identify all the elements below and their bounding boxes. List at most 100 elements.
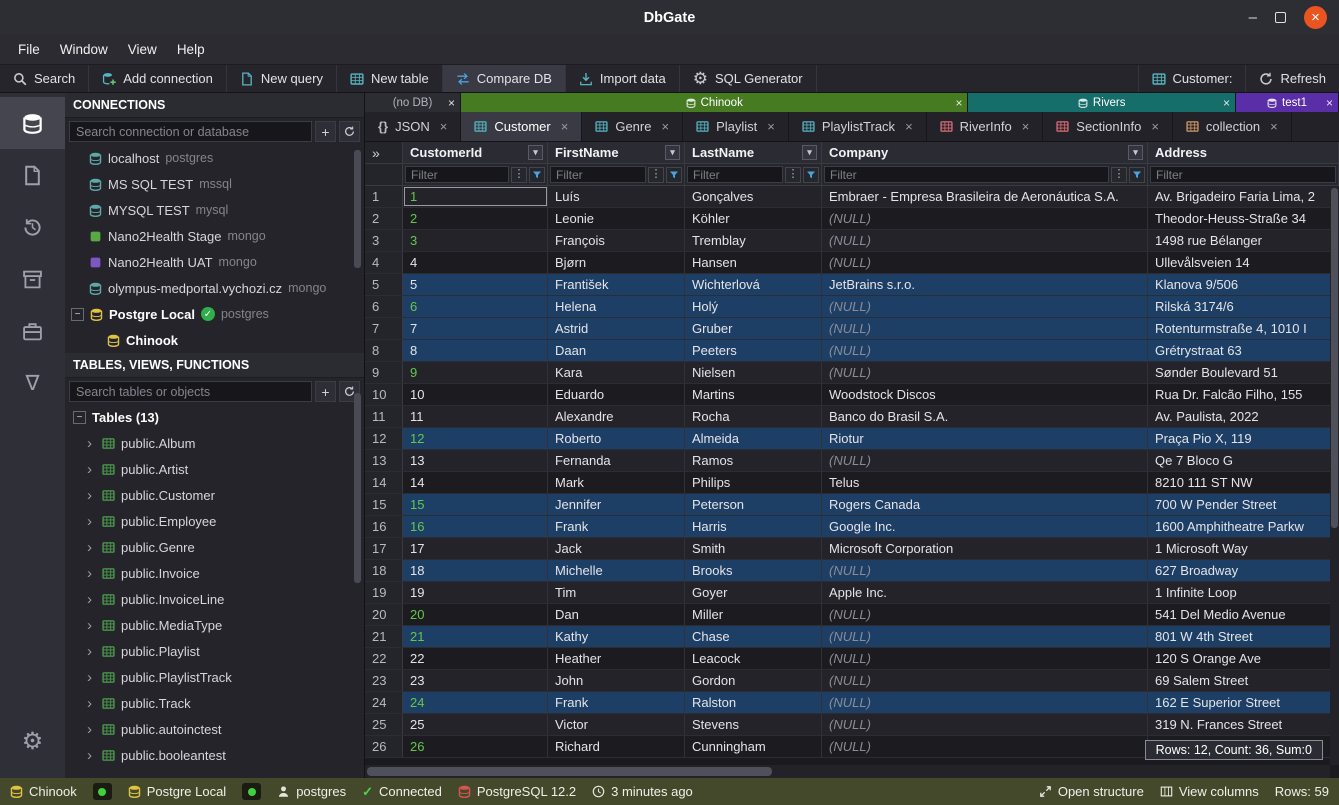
cell-lastname[interactable]: Rocha xyxy=(685,406,822,427)
cell-lastname[interactable]: Smith xyxy=(685,538,822,559)
menu-file[interactable]: File xyxy=(8,39,50,60)
cell-firstname[interactable]: František xyxy=(548,274,685,295)
close-tab-icon[interactable]: × xyxy=(767,120,775,133)
row-number[interactable]: 20 xyxy=(365,604,403,625)
cell-address[interactable]: Qe 7 Bloco G xyxy=(1148,450,1339,471)
cell-company[interactable]: (NULL) xyxy=(822,450,1148,471)
table-item-public-autoinctest[interactable]: ›public.autoinctest xyxy=(65,716,364,742)
cell-firstname[interactable]: Luís xyxy=(548,186,685,207)
cell-firstname[interactable]: Frank xyxy=(548,692,685,713)
chevron-right-icon[interactable]: › xyxy=(87,540,96,555)
cell-lastname[interactable]: Harris xyxy=(685,516,822,537)
close-tab-icon[interactable]: × xyxy=(561,120,569,133)
cell-lastname[interactable]: Tremblay xyxy=(685,230,822,251)
column-menu-button[interactable]: ▾ xyxy=(802,145,817,160)
sidebar-item-files[interactable] xyxy=(0,149,65,201)
column-header-company[interactable]: Company▾ xyxy=(822,142,1148,163)
chevron-right-icon[interactable]: › xyxy=(87,462,96,477)
cell-customerid[interactable]: 13 xyxy=(403,450,548,471)
connection-search-input[interactable] xyxy=(69,121,312,142)
cell-address[interactable]: Theodor-Heuss-Straße 34 xyxy=(1148,208,1339,229)
refresh-connections-button[interactable] xyxy=(339,121,360,142)
cell-firstname[interactable]: Kara xyxy=(548,362,685,383)
cell-firstname[interactable]: Michelle xyxy=(548,560,685,581)
cell-company[interactable]: Woodstock Discos xyxy=(822,384,1148,405)
chevron-right-icon[interactable]: › xyxy=(87,436,96,451)
grid-horizontal-scrollbar[interactable] xyxy=(365,765,1330,778)
filter-funnel-button[interactable] xyxy=(529,167,545,183)
table-item-public-invoiceline[interactable]: ›public.InvoiceLine xyxy=(65,586,364,612)
chevron-right-icon[interactable]: › xyxy=(87,670,96,685)
filter-menu-button[interactable]: ⋮ xyxy=(1111,167,1127,183)
scrollbar-handle[interactable] xyxy=(367,767,772,776)
connection-chinook[interactable]: Chinook xyxy=(65,327,364,353)
add-connection-small-button[interactable]: + xyxy=(315,121,336,142)
cell-address[interactable]: 120 S Orange Ave xyxy=(1148,648,1339,669)
connection-nano2health-stage[interactable]: Nano2Health Stagemongo xyxy=(65,223,364,249)
row-number[interactable]: 1 xyxy=(365,186,403,207)
table-item-public-customer[interactable]: ›public.Customer xyxy=(65,482,364,508)
cell-firstname[interactable]: François xyxy=(548,230,685,251)
filter-funnel-button[interactable] xyxy=(803,167,819,183)
cell-company[interactable]: (NULL) xyxy=(822,296,1148,317)
cell-address[interactable]: Rua Dr. Falcão Filho, 155 xyxy=(1148,384,1339,405)
cell-address[interactable]: Rilská 3174/6 xyxy=(1148,296,1339,317)
column-header-customerid[interactable]: CustomerId▾ xyxy=(403,142,548,163)
compare-db-button[interactable]: Compare DB xyxy=(443,65,566,92)
cell-customerid[interactable]: 9 xyxy=(403,362,548,383)
cell-company[interactable]: JetBrains s.r.o. xyxy=(822,274,1148,295)
row-number[interactable]: 21 xyxy=(365,626,403,647)
sidebar-item-connections[interactable] xyxy=(0,97,65,149)
tab-genre[interactable]: Genre× xyxy=(582,112,683,141)
row-number[interactable]: 26 xyxy=(365,736,403,757)
cell-firstname[interactable]: Richard xyxy=(548,736,685,757)
cell-firstname[interactable]: Bjørn xyxy=(548,252,685,273)
cell-firstname[interactable]: Astrid xyxy=(548,318,685,339)
column-header-firstname[interactable]: FirstName▾ xyxy=(548,142,685,163)
table-item-public-mediatype[interactable]: ›public.MediaType xyxy=(65,612,364,638)
sidebar-item-plugins[interactable] xyxy=(0,305,65,357)
cell-lastname[interactable]: Cunningham xyxy=(685,736,822,757)
row-number[interactable]: 14 xyxy=(365,472,403,493)
cell-address[interactable]: Rotenturmstraße 4, 1010 I xyxy=(1148,318,1339,339)
tab-riverinfo[interactable]: RiverInfo× xyxy=(927,112,1044,141)
filter-menu-button[interactable]: ⋮ xyxy=(511,167,527,183)
filter-funnel-button[interactable] xyxy=(1129,167,1145,183)
cell-address[interactable]: Ullevålsveien 14 xyxy=(1148,252,1339,273)
cell-lastname[interactable]: Ralston xyxy=(685,692,822,713)
cell-company[interactable]: (NULL) xyxy=(822,362,1148,383)
close-tab-icon[interactable]: × xyxy=(1326,97,1333,109)
cell-address[interactable]: 8210 111 ST NW xyxy=(1148,472,1339,493)
cell-firstname[interactable]: Roberto xyxy=(548,428,685,449)
cell-company[interactable]: (NULL) xyxy=(822,560,1148,581)
row-number[interactable]: 6 xyxy=(365,296,403,317)
cell-company[interactable]: Apple Inc. xyxy=(822,582,1148,603)
cell-firstname[interactable]: Helena xyxy=(548,296,685,317)
cell-company[interactable]: (NULL) xyxy=(822,604,1148,625)
customer-button[interactable]: Customer: xyxy=(1138,65,1246,92)
cell-customerid[interactable]: 20 xyxy=(403,604,548,625)
search-button[interactable]: Search xyxy=(0,65,89,92)
cell-company[interactable]: (NULL) xyxy=(822,626,1148,647)
row-number[interactable]: 8 xyxy=(365,340,403,361)
cell-address[interactable]: Sønder Boulevard 51 xyxy=(1148,362,1339,383)
row-number[interactable]: 25 xyxy=(365,714,403,735)
close-button[interactable]: × xyxy=(1304,6,1327,29)
close-tab-icon[interactable]: × xyxy=(1223,97,1230,109)
cell-address[interactable]: Av. Paulista, 2022 xyxy=(1148,406,1339,427)
filter-menu-button[interactable]: ⋮ xyxy=(785,167,801,183)
cell-address[interactable]: 319 N. Frances Street xyxy=(1148,714,1339,735)
cell-address[interactable]: 700 W Pender Street xyxy=(1148,494,1339,515)
tab-sectioninfo[interactable]: SectionInfo× xyxy=(1043,112,1173,141)
cell-firstname[interactable]: Jennifer xyxy=(548,494,685,515)
cell-firstname[interactable]: Jack xyxy=(548,538,685,559)
cell-company[interactable]: (NULL) xyxy=(822,670,1148,691)
menu-window[interactable]: Window xyxy=(50,39,118,60)
cell-address[interactable]: 541 Del Medio Avenue xyxy=(1148,604,1339,625)
tables-group-row[interactable]: − Tables (13) xyxy=(65,405,364,430)
cell-firstname[interactable]: Alexandre xyxy=(548,406,685,427)
sidebar-item-settings[interactable]: ⚙ xyxy=(0,716,65,768)
db-tab-no-db[interactable]: (no DB)× xyxy=(365,93,461,112)
cell-firstname[interactable]: John xyxy=(548,670,685,691)
cell-company[interactable]: (NULL) xyxy=(822,208,1148,229)
